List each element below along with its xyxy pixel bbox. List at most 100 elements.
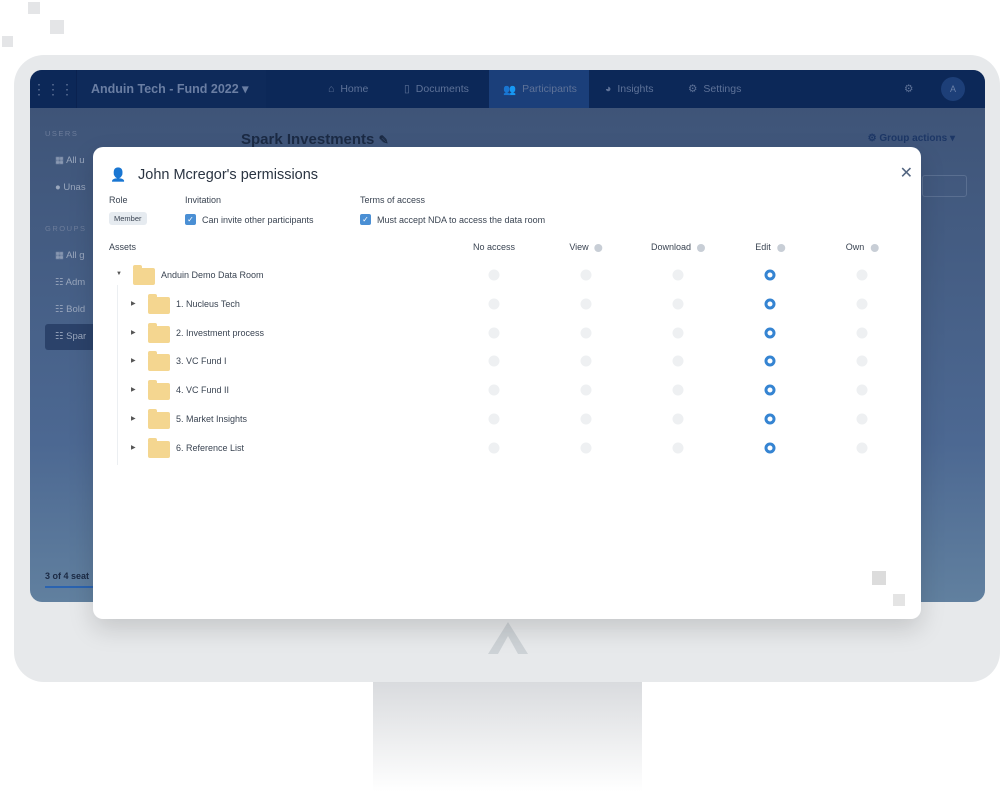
chevron-right-icon[interactable]: ▶	[131, 444, 136, 451]
folder-name[interactable]: 6. Reference List	[176, 443, 244, 453]
nav-label: Participants	[522, 83, 577, 95]
page-title: Spark Investments ✎	[241, 131, 389, 148]
permission-radio[interactable]	[488, 298, 500, 310]
permission-radio[interactable]	[580, 327, 592, 339]
permission-radio[interactable]	[764, 327, 776, 339]
edit-pencil-icon[interactable]: ✎	[379, 133, 389, 147]
decor-square	[893, 594, 905, 606]
fund-selector[interactable]: Anduin Tech - Fund 2022 ▾	[76, 70, 266, 108]
folder-icon	[148, 380, 170, 401]
avatar[interactable]: A	[941, 77, 965, 101]
folder-name[interactable]: 1. Nucleus Tech	[176, 299, 240, 309]
help-icon[interactable]	[697, 243, 706, 252]
permission-radio[interactable]	[672, 269, 684, 281]
invite-checkbox[interactable]: ✓	[185, 214, 196, 225]
permission-radio[interactable]	[580, 355, 592, 367]
nav-settings[interactable]: ⚙ Settings	[688, 70, 741, 108]
home-icon: ⌂	[328, 83, 335, 95]
group-actions-button[interactable]: ⚙ Group actions ▾	[868, 133, 955, 144]
permission-radio[interactable]	[580, 269, 592, 281]
permission-radio[interactable]	[580, 384, 592, 396]
permission-radio[interactable]	[856, 442, 868, 454]
chevron-right-icon[interactable]: ▶	[131, 415, 136, 422]
asset-row: ▶ 2. Investment process	[93, 321, 921, 345]
asset-row: ▶ 4. VC Fund II	[93, 378, 921, 402]
permission-radio[interactable]	[856, 355, 868, 367]
help-icon[interactable]	[594, 243, 603, 252]
permission-radio[interactable]	[672, 298, 684, 310]
permission-radio[interactable]	[580, 442, 592, 454]
permission-radio[interactable]	[764, 298, 776, 310]
permission-radio[interactable]	[488, 269, 500, 281]
nav-label: Documents	[415, 83, 469, 95]
permission-radio[interactable]	[856, 384, 868, 396]
chevron-right-icon[interactable]: ▶	[131, 329, 136, 336]
permission-radio[interactable]	[856, 327, 868, 339]
nav-documents[interactable]: ▯ Documents	[404, 70, 469, 108]
column-header: Download	[651, 242, 706, 252]
decor-square	[50, 20, 64, 34]
chevron-down-icon[interactable]: ▼	[116, 271, 122, 277]
permission-radio[interactable]	[672, 442, 684, 454]
permission-radio[interactable]	[764, 413, 776, 425]
chevron-right-icon[interactable]: ▶	[131, 386, 136, 393]
groups-header: GROUPS	[45, 224, 87, 233]
folder-name[interactable]: 3. VC Fund I	[176, 356, 227, 366]
nda-checkbox[interactable]: ✓	[360, 214, 371, 225]
users-header: USERS	[45, 129, 79, 138]
invite-option-label: Can invite other participants	[202, 215, 314, 225]
folder-name[interactable]: 2. Investment process	[176, 328, 264, 338]
chevron-right-icon[interactable]: ▶	[131, 357, 136, 364]
chevron-right-icon[interactable]: ▶	[131, 300, 136, 307]
nav-home[interactable]: ⌂ Home	[328, 70, 368, 108]
permission-radio[interactable]	[488, 442, 500, 454]
permission-radio[interactable]	[488, 384, 500, 396]
permission-radio[interactable]	[672, 327, 684, 339]
permission-radio[interactable]	[764, 355, 776, 367]
nav-label: Settings	[703, 83, 742, 95]
permission-radio[interactable]	[580, 298, 592, 310]
document-icon: ▯	[404, 83, 410, 95]
help-icon[interactable]	[870, 243, 879, 252]
permission-radio[interactable]	[856, 298, 868, 310]
permission-radio[interactable]	[488, 327, 500, 339]
folder-name[interactable]: Anduin Demo Data Room	[161, 270, 264, 280]
permission-radio[interactable]	[488, 413, 500, 425]
folder-icon	[148, 351, 170, 372]
nav-participants[interactable]: 👥 Participants	[489, 70, 589, 108]
monitor-stand	[373, 682, 642, 792]
asset-row: ▶ 1. Nucleus Tech	[93, 292, 921, 316]
permission-radio[interactable]	[856, 413, 868, 425]
column-header: Edit	[755, 242, 785, 252]
nda-option-label: Must accept NDA to access the data room	[377, 215, 546, 225]
asset-row: ▶ 6. Reference List	[93, 436, 921, 460]
help-icon[interactable]	[776, 243, 785, 252]
user-icon: 👤	[110, 167, 127, 182]
admin-settings-button[interactable]: ⚙	[904, 70, 913, 108]
permission-radio[interactable]	[764, 269, 776, 281]
asset-row: ▶ 3. VC Fund I	[93, 349, 921, 373]
modal-title: John Mcregor's permissions	[138, 167, 319, 183]
permission-radio[interactable]	[488, 355, 500, 367]
search-input[interactable]	[922, 175, 967, 197]
terms-label: Terms of access	[360, 195, 426, 205]
permission-radio[interactable]	[672, 355, 684, 367]
role-badge[interactable]: Member	[109, 212, 147, 225]
column-header: View	[569, 242, 603, 252]
decor-square	[872, 571, 886, 585]
permission-radio[interactable]	[672, 384, 684, 396]
permission-radio[interactable]	[580, 413, 592, 425]
nav-insights[interactable]: ◕ Insights	[605, 70, 654, 108]
apps-grid-icon[interactable]: ⋮⋮⋮	[30, 81, 76, 98]
folder-name[interactable]: 5. Market Insights	[176, 414, 247, 424]
participants-icon: 👥	[503, 83, 517, 96]
permission-radio[interactable]	[672, 413, 684, 425]
permission-radio[interactable]	[764, 384, 776, 396]
folder-name[interactable]: 4. VC Fund II	[176, 385, 229, 395]
permission-radio[interactable]	[764, 442, 776, 454]
close-icon[interactable]: ✕	[900, 163, 913, 183]
asset-row: ▶ 5. Market Insights	[93, 407, 921, 431]
permission-radio[interactable]	[856, 269, 868, 281]
role-label: Role	[109, 195, 128, 205]
permissions-modal: 👤 John Mcregor's permissions ✕ Role Memb…	[93, 147, 921, 619]
